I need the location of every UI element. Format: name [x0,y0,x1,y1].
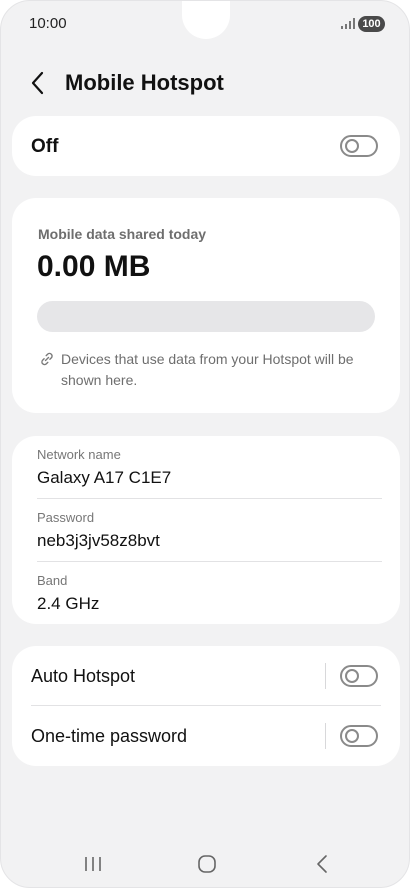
auto-hotspot-label[interactable]: Auto Hotspot [31,666,135,687]
usage-progress-bar [37,301,375,332]
signal-icon [341,18,355,29]
hotspot-state-label: Off [31,136,59,157]
usage-info-text: Devices that use data from your Hotspot … [61,351,354,388]
band-value: 2.4 GHz [37,594,100,613]
app-header: Mobile Hotspot [1,59,409,107]
status-bar: 10:00 100 [1,1,409,49]
battery-icon: 100 [358,16,385,32]
hotspot-master-switch-row[interactable]: Off [12,116,400,176]
toggle-knob [345,139,359,153]
band-label: Band [37,573,68,588]
link-icon [39,351,55,367]
auto-hotspot-toggle[interactable] [340,665,378,687]
toggle-knob [345,669,359,683]
divider [325,723,326,749]
camera-notch [182,1,230,39]
one-time-password-row: One-time password [12,706,400,766]
network-settings-card: Network name Galaxy A17 C1E7 Password ne… [12,436,400,624]
one-time-password-toggle[interactable] [340,725,378,747]
password-value: neb3j3jv58z8bvt [37,531,160,550]
band-field[interactable]: Band 2.4 GHz [12,562,400,624]
usage-value: 0.00 MB [37,250,151,283]
page-title: Mobile Hotspot [65,70,224,95]
phone-screen: 10:00 100 Mobile Hotspot Off Mobile data… [0,0,410,888]
divider [325,663,326,689]
auto-hotspot-row: Auto Hotspot [12,646,400,706]
hotspot-toggle[interactable] [340,135,378,157]
system-nav-bar [1,841,409,887]
hotspot-options-card: Auto Hotspot One-time password [12,646,400,766]
data-usage-card: Mobile data shared today 0.00 MB Devices… [12,198,400,413]
network-name-value: Galaxy A17 C1E7 [37,468,172,487]
recents-icon[interactable] [78,849,108,879]
toggle-knob [345,729,359,743]
password-label: Password [37,510,95,525]
back-icon[interactable] [307,849,337,879]
home-icon[interactable] [192,849,222,879]
status-time: 10:00 [29,15,67,32]
chevron-left-icon[interactable] [25,69,53,97]
network-name-field[interactable]: Network name Galaxy A17 C1E7 [12,436,400,498]
usage-caption: Mobile data shared today [38,226,207,242]
network-name-label: Network name [37,447,121,462]
one-time-password-label[interactable]: One-time password [31,726,187,747]
password-field[interactable]: Password neb3j3jv58z8bvt [12,499,400,561]
